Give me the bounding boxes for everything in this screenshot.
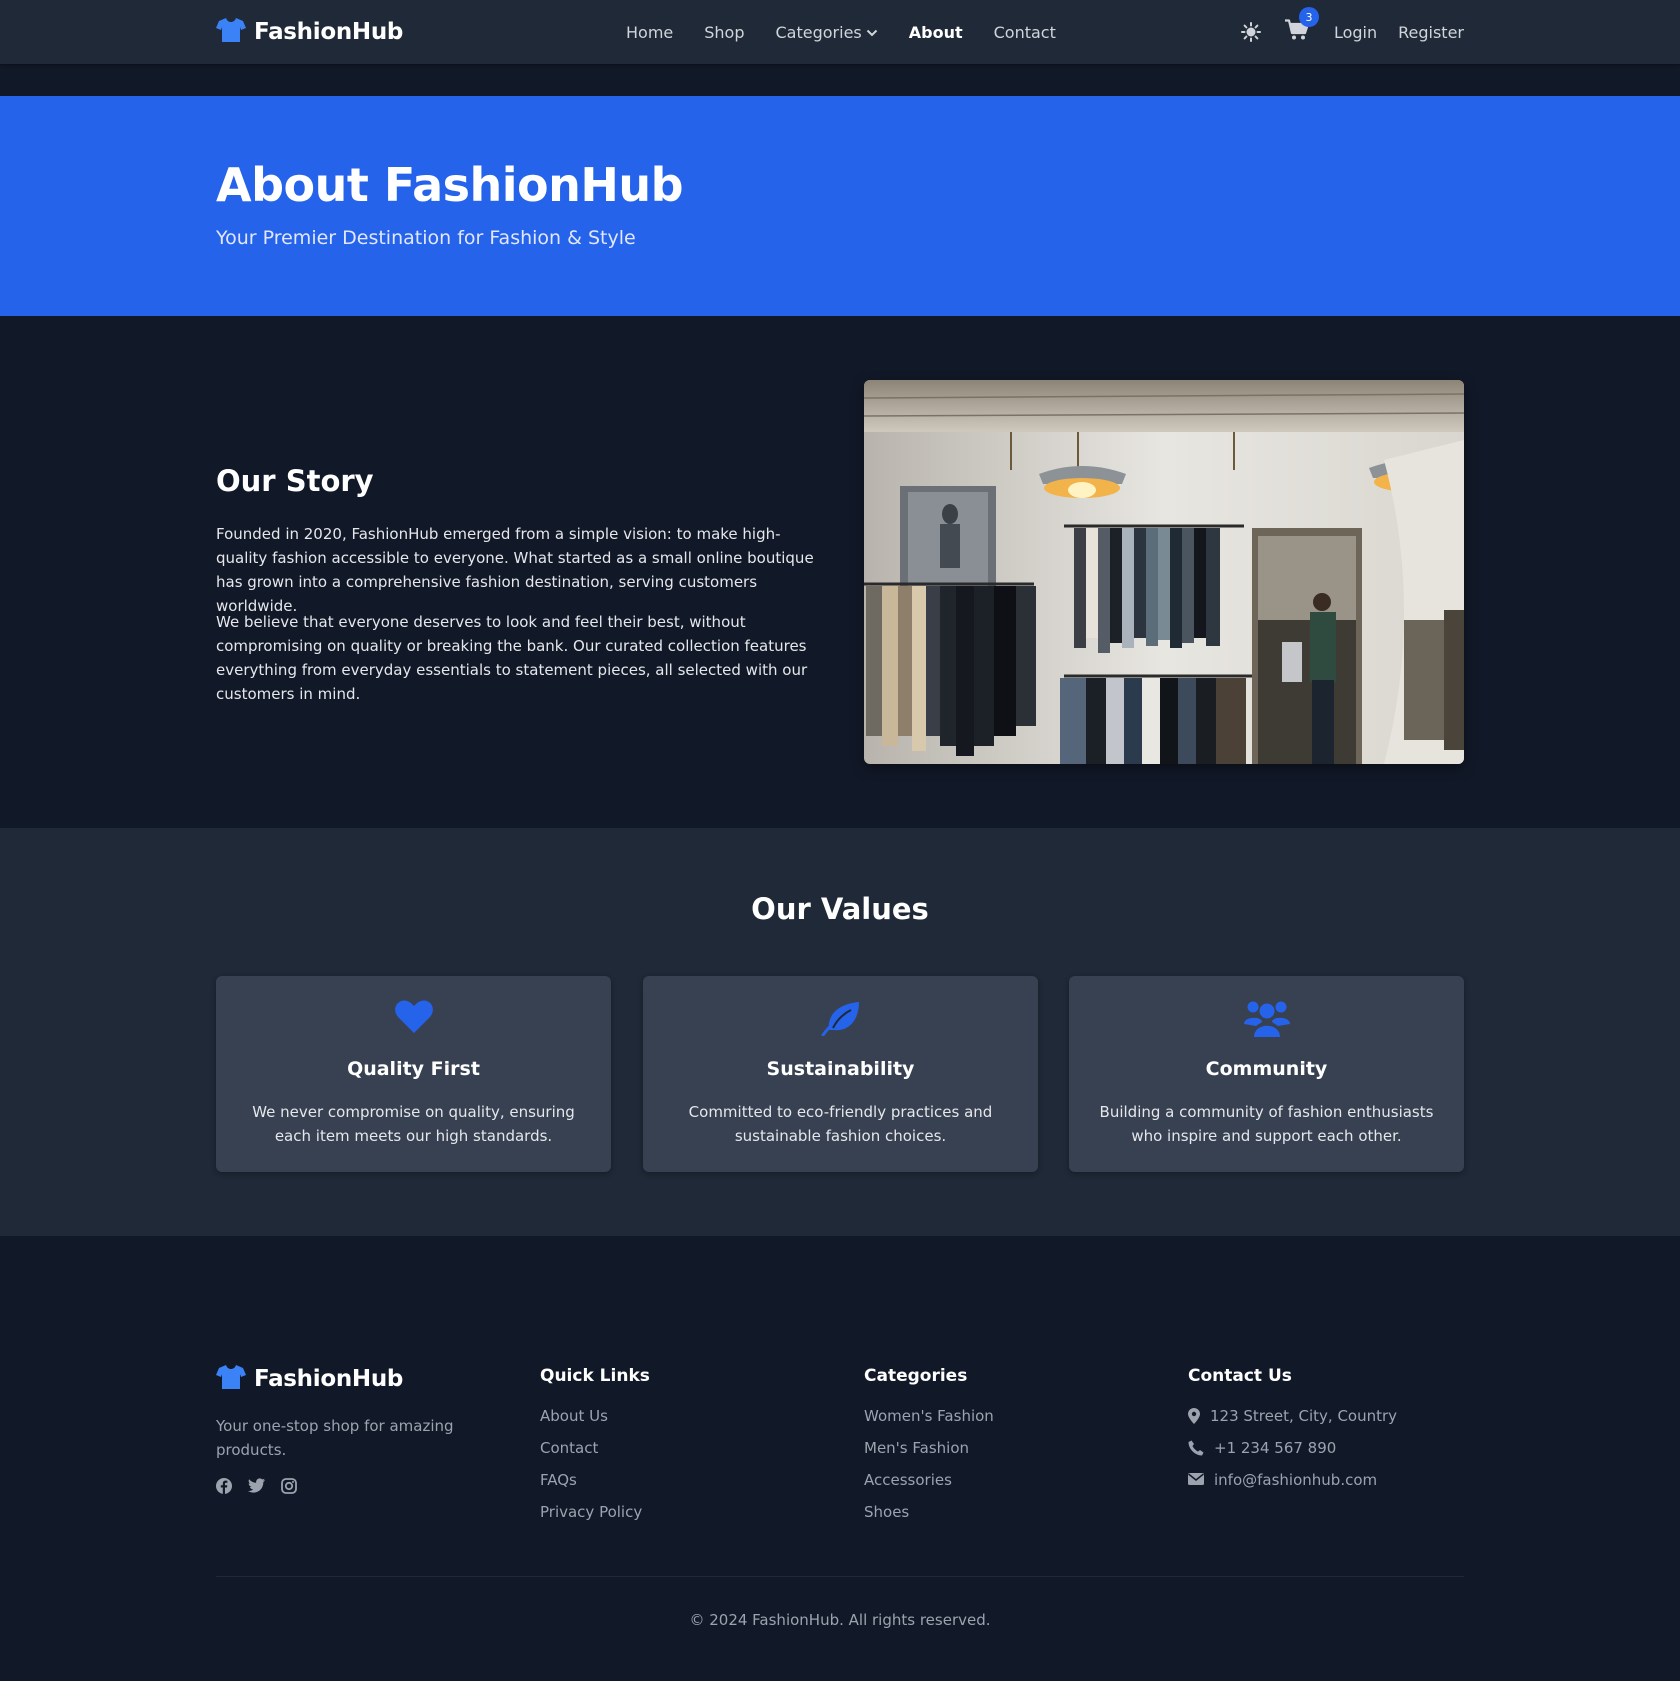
our-story-section: Our Story Founded in 2020, FashionHub em… (0, 316, 1680, 828)
value-title: Sustainability (766, 1058, 915, 1080)
twitter-icon[interactable] (248, 1478, 265, 1494)
footer-link-privacy[interactable]: Privacy Policy (540, 1502, 650, 1534)
envelope-icon (1188, 1470, 1204, 1490)
footer-category-men[interactable]: Men's Fashion (864, 1438, 994, 1470)
values-heading: Our Values (751, 892, 929, 926)
store-interior-image (864, 380, 1464, 764)
heart-icon (394, 1000, 433, 1040)
nav-about[interactable]: About (909, 23, 963, 42)
login-link[interactable]: Login (1334, 23, 1377, 42)
footer-link-contact[interactable]: Contact (540, 1438, 650, 1470)
users-icon (1243, 1000, 1290, 1040)
page-title: About FashionHub (216, 158, 684, 212)
copyright: © 2024 FashionHub. All rights reserved. (689, 1611, 991, 1629)
footer-category-accessories[interactable]: Accessories (864, 1470, 994, 1502)
value-text: We never compromise on quality, ensuring… (252, 1103, 575, 1145)
chevron-down-icon (866, 23, 878, 42)
contact-email-text: info@fashionhub.com (1214, 1471, 1378, 1489)
quick-links-heading: Quick Links (540, 1366, 650, 1386)
nav-contact[interactable]: Contact (994, 23, 1056, 42)
register-link[interactable]: Register (1398, 23, 1464, 42)
cart-button[interactable]: 3 (1284, 7, 1319, 45)
phone-icon (1188, 1438, 1204, 1461)
footer-link-faqs[interactable]: FAQs (540, 1470, 650, 1502)
value-title: Community (1205, 1058, 1328, 1080)
hero-banner: About FashionHub Your Premier Destinatio… (0, 96, 1680, 316)
brand-logo[interactable]: FashionHub (216, 17, 403, 47)
value-card-quality: Quality First We never compromise on qua… (216, 976, 611, 1172)
categories-column: Categories Women's Fashion Men's Fashion… (864, 1366, 994, 1534)
contact-column: Contact Us 123 Street, City, Country +1 … (1188, 1366, 1397, 1502)
story-paragraph: Founded in 2020, FashionHub emerged from… (216, 525, 814, 615)
footer-brand[interactable]: FashionHub (216, 1364, 403, 1394)
contact-email: info@fashionhub.com (1188, 1470, 1397, 1502)
nav-categories-dropdown[interactable]: Categories (776, 23, 878, 42)
footer-category-women[interactable]: Women's Fashion (864, 1406, 994, 1438)
contact-address: 123 Street, City, Country (1188, 1406, 1397, 1438)
footer-category-shoes[interactable]: Shoes (864, 1502, 994, 1534)
footer-divider (216, 1576, 1464, 1577)
navbar: FashionHub Home Shop Categories About Co… (0, 0, 1680, 64)
story-paragraph: We believe that everyone deserves to loo… (216, 613, 808, 703)
contact-phone: +1 234 567 890 (1188, 1438, 1397, 1470)
tshirt-icon (216, 17, 246, 47)
map-marker-icon (1188, 1406, 1200, 1429)
value-card-sustainability: Sustainability Committed to eco-friendly… (643, 976, 1038, 1172)
footer-tagline: Your one-stop shop for amazing products. (216, 1417, 454, 1459)
value-title: Quality First (347, 1058, 480, 1080)
value-card-community: Community Building a community of fashio… (1069, 976, 1464, 1172)
footer: FashionHub Your one-stop shop for amazin… (0, 1236, 1680, 1681)
page-subtitle: Your Premier Destination for Fashion & S… (216, 227, 636, 249)
social-links (216, 1478, 297, 1494)
categories-heading: Categories (864, 1366, 968, 1386)
brand-name: FashionHub (254, 19, 404, 45)
footer-brand-name: FashionHub (254, 1366, 404, 1392)
instagram-icon[interactable] (281, 1478, 297, 1494)
cart-count-badge: 3 (1298, 7, 1319, 27)
leaf-icon (821, 1000, 861, 1040)
footer-link-about[interactable]: About Us (540, 1406, 650, 1438)
story-heading: Our Story (216, 464, 374, 498)
value-text: Building a community of fashion enthusia… (1099, 1103, 1434, 1145)
contact-phone-text: +1 234 567 890 (1214, 1439, 1337, 1457)
nav-categories-label: Categories (775, 22, 862, 42)
nav-home[interactable]: Home (626, 23, 673, 42)
tshirt-icon (216, 1364, 246, 1394)
theme-toggle-sun-icon[interactable] (1240, 22, 1261, 42)
quick-links-column: Quick Links About Us Contact FAQs Privac… (540, 1366, 650, 1534)
nav-shop[interactable]: Shop (704, 23, 744, 42)
our-values-section: Our Values Quality First We never compro… (0, 828, 1680, 1236)
contact-address-text: 123 Street, City, Country (1210, 1407, 1398, 1425)
contact-heading: Contact Us (1188, 1366, 1292, 1386)
value-text: Committed to eco-friendly practices and … (688, 1103, 993, 1145)
facebook-icon[interactable] (216, 1478, 232, 1494)
